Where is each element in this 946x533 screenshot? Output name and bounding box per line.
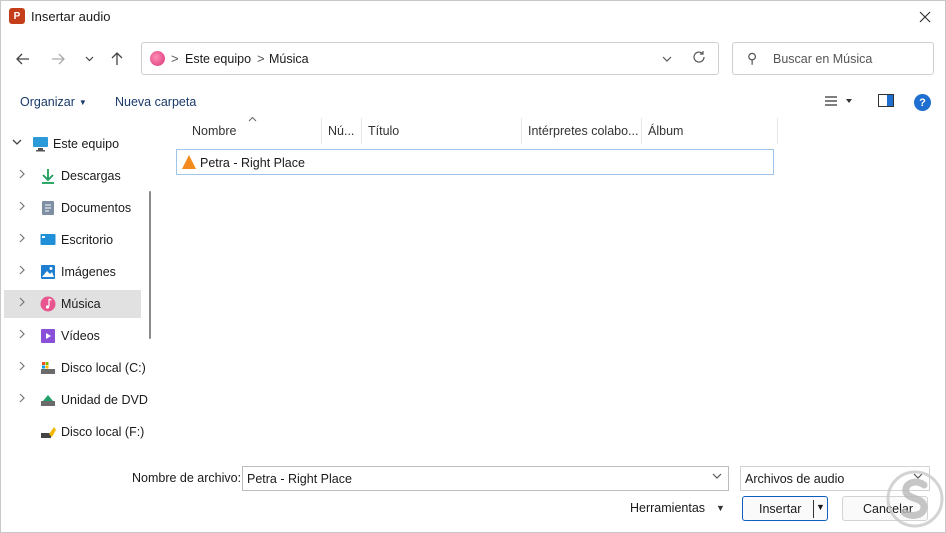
organize-label: Organizar bbox=[20, 95, 75, 109]
sidebar-item-dvd[interactable]: Unidad de DVD bbox=[4, 386, 148, 414]
breadcrumb-separator: > bbox=[171, 51, 179, 66]
chevron-right-icon[interactable] bbox=[19, 297, 26, 310]
list-view-icon bbox=[825, 96, 852, 106]
back-button[interactable] bbox=[11, 47, 35, 71]
filename-label: Nombre de archivo: bbox=[132, 471, 242, 485]
music-icon bbox=[40, 296, 56, 312]
column-header-album[interactable]: Álbum bbox=[642, 118, 778, 144]
chevron-down-icon[interactable] bbox=[712, 471, 722, 483]
sidebar-item-label: Música bbox=[61, 297, 101, 311]
breadcrumb-separator: > bbox=[257, 51, 265, 66]
sidebar-item-musica[interactable]: Música bbox=[4, 290, 141, 318]
sidebar-item-videos[interactable]: Vídeos bbox=[4, 322, 141, 350]
sidebar-scrollbar[interactable] bbox=[149, 191, 151, 339]
download-icon bbox=[40, 168, 56, 184]
caret-down-icon: ▼ bbox=[78, 98, 87, 108]
chevron-right-icon[interactable] bbox=[19, 265, 26, 278]
sidebar-item-documentos[interactable]: Documentos bbox=[4, 194, 141, 222]
drive-icon bbox=[40, 360, 56, 376]
sidebar-item-disco-c[interactable]: Disco local (C:) bbox=[4, 354, 146, 382]
preview-pane-button[interactable] bbox=[878, 94, 894, 110]
desktop-icon bbox=[40, 232, 56, 248]
document-icon bbox=[40, 200, 56, 216]
organize-menu[interactable]: Organizar ▼ bbox=[20, 95, 87, 109]
insert-audio-dialog: P Insertar audio > Este equipo > Música … bbox=[0, 0, 946, 533]
chevron-right-icon[interactable] bbox=[19, 393, 26, 406]
refresh-button[interactable] bbox=[692, 50, 706, 68]
chevron-right-icon[interactable] bbox=[19, 233, 26, 246]
sidebar-item-label: Descargas bbox=[61, 169, 121, 183]
insert-label: Insertar bbox=[759, 502, 802, 516]
sidebar-item-label: Unidad de DVD bbox=[61, 393, 148, 407]
search-placeholder: Buscar en Música bbox=[773, 52, 873, 66]
image-icon bbox=[40, 264, 56, 280]
column-header-numero[interactable]: Nú... bbox=[322, 118, 362, 144]
music-icon bbox=[150, 51, 165, 66]
chevron-down-icon[interactable] bbox=[12, 137, 22, 149]
sidebar-item-disco-f[interactable]: Disco local (F:) bbox=[4, 418, 145, 446]
new-folder-button[interactable]: Nueva carpeta bbox=[115, 95, 196, 109]
column-header-titulo[interactable]: Título bbox=[362, 118, 522, 144]
watermark-logo-icon bbox=[886, 469, 944, 529]
filename-value: Petra - Right Place bbox=[247, 472, 352, 486]
dvd-icon bbox=[40, 392, 56, 408]
vlc-icon bbox=[182, 155, 196, 169]
refresh-icon bbox=[693, 51, 705, 63]
chevron-down-icon bbox=[662, 56, 672, 62]
video-icon bbox=[40, 328, 56, 344]
filename-input[interactable]: Petra - Right Place bbox=[242, 466, 729, 491]
sidebar-item-label: Este equipo bbox=[53, 137, 120, 151]
sidebar-item-label: Vídeos bbox=[61, 329, 100, 343]
caret-down-icon[interactable]: ▼ bbox=[816, 502, 825, 512]
caret-down-icon[interactable]: ▼ bbox=[716, 503, 725, 513]
chevron-right-icon[interactable] bbox=[19, 169, 26, 182]
file-row[interactable]: Petra - Right Place bbox=[176, 149, 774, 175]
insert-button[interactable]: Insertar ▼ bbox=[742, 496, 828, 521]
sidebar-item-descargas[interactable]: Descargas bbox=[4, 162, 141, 190]
up-button[interactable] bbox=[105, 47, 129, 71]
sidebar-item-imagenes[interactable]: Imágenes bbox=[4, 258, 141, 286]
breadcrumb-musica[interactable]: Música bbox=[269, 52, 309, 66]
file-name: Petra - Right Place bbox=[200, 156, 305, 170]
sidebar-item-label: Escritorio bbox=[61, 233, 114, 247]
title-bar: P Insertar audio bbox=[1, 1, 946, 32]
recent-locations-button[interactable] bbox=[77, 47, 101, 71]
chevron-right-icon[interactable] bbox=[19, 201, 26, 214]
sidebar-item-label: Disco local (F:) bbox=[61, 425, 145, 439]
dialog-title: Insertar audio bbox=[31, 9, 111, 24]
chevron-right-icon[interactable] bbox=[19, 329, 26, 342]
sidebar-item-este-equipo[interactable]: Este equipo bbox=[4, 130, 141, 158]
tools-menu[interactable]: Herramientas bbox=[630, 501, 705, 515]
column-header-interpretes[interactable]: Intérpretes colabo... bbox=[522, 118, 642, 144]
powerpoint-icon: P bbox=[9, 8, 25, 24]
forward-button[interactable] bbox=[46, 47, 70, 71]
help-icon[interactable]: ? bbox=[914, 94, 931, 111]
chevron-down-icon bbox=[85, 56, 93, 62]
close-icon bbox=[919, 11, 931, 23]
chevron-right-icon[interactable] bbox=[19, 361, 26, 374]
breadcrumb-este-equipo[interactable]: Este equipo bbox=[185, 52, 251, 66]
column-header-nombre[interactable]: Nombre bbox=[186, 118, 322, 144]
file-type-value: Archivos de audio bbox=[745, 472, 845, 486]
computer-icon bbox=[32, 136, 48, 152]
close-button[interactable] bbox=[909, 4, 941, 30]
usb-drive-icon bbox=[40, 424, 56, 440]
address-bar[interactable]: > Este equipo > Música bbox=[141, 42, 719, 75]
preview-pane-icon bbox=[878, 94, 894, 107]
arrow-right-icon bbox=[52, 53, 65, 65]
search-box[interactable]: ⚲ Buscar en Música bbox=[732, 42, 934, 75]
address-dropdown-button[interactable] bbox=[662, 52, 672, 66]
arrow-up-icon bbox=[111, 52, 123, 65]
sidebar-item-label: Imágenes bbox=[61, 265, 116, 279]
split-divider bbox=[813, 500, 814, 518]
arrow-left-icon bbox=[16, 53, 29, 65]
sidebar-item-label: Disco local (C:) bbox=[61, 361, 146, 375]
change-view-button[interactable] bbox=[824, 94, 854, 111]
sidebar-item-escritorio[interactable]: Escritorio bbox=[4, 226, 141, 254]
sidebar-item-label: Documentos bbox=[61, 201, 132, 215]
search-icon: ⚲ bbox=[747, 50, 758, 66]
